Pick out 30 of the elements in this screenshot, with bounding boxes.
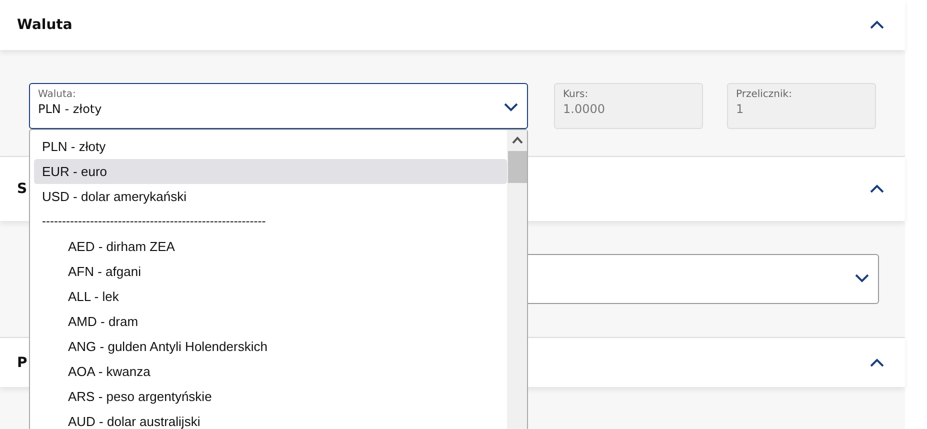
section-title: Waluta [17, 17, 72, 33]
dropdown-option[interactable]: AOA - kwanza [34, 359, 507, 384]
field-value: PLN - złoty [38, 102, 102, 116]
dropdown-option[interactable]: PLN - złoty [34, 134, 507, 159]
chevron-icon [854, 272, 870, 284]
section-title: P [17, 354, 28, 370]
field-label: Waluta: [38, 89, 76, 100]
dropdown-option[interactable]: ARS - peso argentyńskie [34, 384, 507, 409]
field-label: Kurs: [563, 89, 590, 100]
dropdown-option[interactable]: USD - dolar amerykański [34, 184, 507, 209]
dropdown-option[interactable]: AUD - dolar australijski [34, 409, 507, 429]
chevron-icon[interactable] [869, 19, 885, 31]
dropdown-option[interactable]: AED - dirham ZEA [34, 234, 507, 259]
dropdown-option[interactable]: AFN - afgani [34, 259, 507, 284]
chevron-icon[interactable] [869, 183, 885, 195]
dropdown-option[interactable]: ALL - lek [34, 284, 507, 309]
separator-line: -------------------------------------------------------- [41, 213, 267, 230]
chevron-icon[interactable] [869, 356, 885, 368]
chevron-icon [503, 101, 519, 113]
dropdown-option[interactable]: AMD - dram [34, 309, 507, 334]
section-title: S [17, 181, 28, 197]
section-header[interactable]: Waluta [0, 0, 905, 50]
dropdown-option[interactable]: EUR - euro [34, 159, 507, 184]
field-label: Przelicznik: [736, 89, 793, 100]
currency-select[interactable]: Waluta: PLN - złoty [29, 83, 528, 129]
dropdown-option[interactable]: ANG - gulden Antyli Holenderskich [34, 334, 507, 359]
scrollbar[interactable] [507, 130, 527, 429]
scroll-thumb[interactable] [508, 151, 526, 183]
field-value: 1.0000 [563, 102, 606, 116]
field-value: 1 [736, 102, 745, 116]
